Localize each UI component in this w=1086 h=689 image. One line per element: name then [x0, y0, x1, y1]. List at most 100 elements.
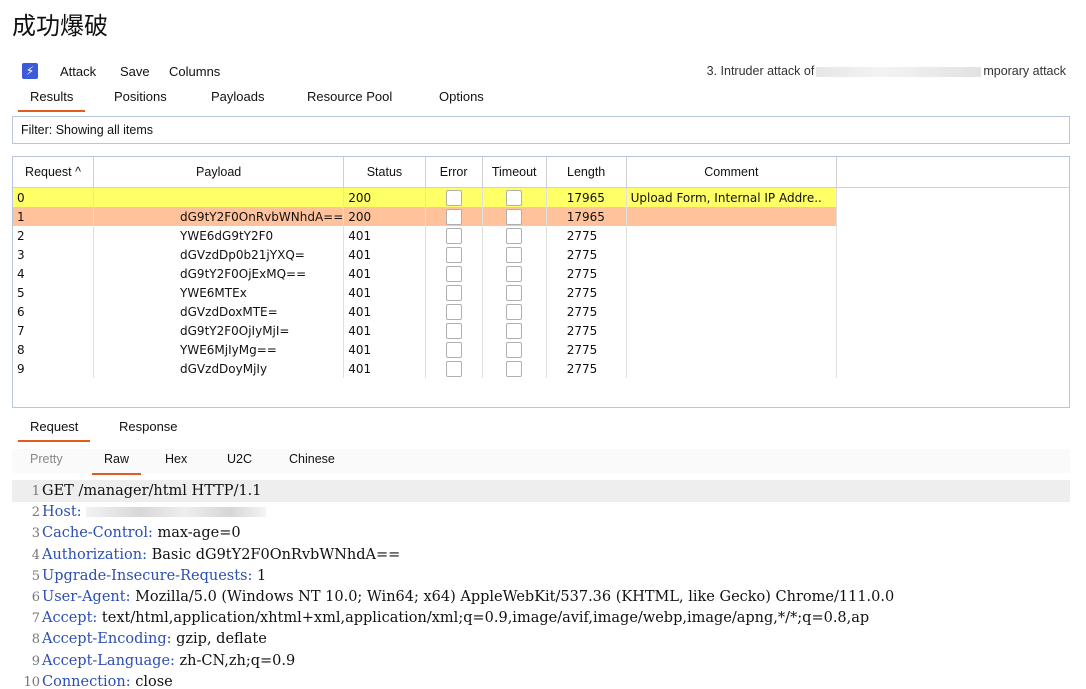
error-checkbox[interactable]	[445, 265, 462, 282]
timeout-checkbox[interactable]	[506, 189, 523, 206]
cell-payload	[93, 187, 345, 207]
cell-status: 200	[343, 187, 426, 207]
tab-payloads[interactable]: Payloads	[211, 89, 264, 110]
table-row[interactable]: 4 dG9tY2F0OjExMQ== 401 2775	[13, 264, 1069, 283]
cell-error	[425, 302, 483, 321]
cell-filler	[836, 283, 1069, 302]
tab-response[interactable]: Response	[119, 419, 178, 440]
tab-hex[interactable]: Hex	[165, 452, 187, 473]
column-filler	[836, 157, 1069, 188]
cell-length: 2775	[546, 226, 627, 245]
timeout-checkbox[interactable]	[506, 284, 523, 301]
cell-request: 9	[13, 359, 95, 378]
timeout-checkbox[interactable]	[506, 227, 523, 244]
timeout-checkbox[interactable]	[506, 322, 523, 339]
table-row[interactable]: 2 YWE6dG9tY2F0 401 2775	[13, 226, 1069, 245]
table-row[interactable]: 9 dGVzdDoyMjIy 401 2775	[13, 359, 1069, 378]
attack-window-title: 3. Intruder attack of mporary attack	[706, 64, 1066, 78]
error-checkbox[interactable]	[445, 189, 462, 206]
column-payload[interactable]: Payload	[93, 157, 345, 188]
error-checkbox[interactable]	[445, 227, 462, 244]
cell-error	[425, 264, 483, 283]
cell-filler	[836, 321, 1069, 340]
tab-pretty[interactable]: Pretty	[30, 452, 63, 473]
error-checkbox[interactable]	[445, 208, 462, 225]
column-comment[interactable]: Comment	[626, 157, 838, 188]
tab-options[interactable]: Options	[439, 89, 484, 110]
menu-save[interactable]: Save	[120, 64, 150, 79]
cell-error	[425, 321, 483, 340]
tab-request[interactable]: Request	[18, 419, 91, 442]
line-number: 5	[31, 568, 40, 584]
tab-positions[interactable]: Positions	[114, 89, 167, 110]
cell-comment	[626, 226, 838, 245]
table-row[interactable]: 8 YWE6MjIyMg== 401 2775	[13, 340, 1069, 359]
timeout-checkbox[interactable]	[506, 246, 523, 263]
tab-results[interactable]: Results	[18, 89, 86, 112]
cell-payload: dG9tY2F0OjIyMjI=	[93, 321, 345, 340]
timeout-checkbox[interactable]	[506, 303, 523, 320]
request-editor[interactable]: 1 GET /manager/html HTTP/1.1 2 Host: 3 Cache-…	[12, 476, 1070, 689]
cell-filler	[836, 207, 1069, 226]
tab-raw[interactable]: Raw	[92, 452, 142, 475]
table-row[interactable]: 5 YWE6MTEx 401 2775	[13, 283, 1069, 302]
header-value: max-age=0	[152, 525, 241, 542]
request-line: 1 GET /manager/html HTTP/1.1	[12, 480, 1070, 502]
cell-error	[425, 226, 483, 245]
filter-bar[interactable]: Filter: Showing all items	[12, 116, 1070, 144]
cell-timeout	[482, 340, 547, 359]
error-checkbox[interactable]	[445, 303, 462, 320]
cell-length: 2775	[546, 359, 627, 378]
table-row[interactable]: 0 200 17965 Upload Form, Internal IP Addre.…	[13, 187, 1069, 207]
table-row[interactable]: 1 dG9tY2F0OnRvbWNhdA== 200 17965	[13, 207, 1069, 226]
line-number: 2	[31, 505, 40, 521]
cell-timeout	[482, 321, 547, 340]
column-request[interactable]: Request ^	[13, 157, 95, 188]
header-key: Host:	[42, 504, 82, 521]
column-timeout[interactable]: Timeout	[482, 157, 547, 188]
cell-filler	[836, 226, 1069, 245]
line-number: 7	[31, 611, 40, 627]
timeout-checkbox[interactable]	[506, 208, 523, 225]
header-value: zh-CN,zh;q=0.9	[174, 652, 296, 669]
column-length[interactable]: Length	[546, 157, 627, 188]
redacted-host	[85, 507, 266, 518]
header-key: Connection:	[42, 673, 131, 689]
timeout-checkbox[interactable]	[506, 360, 523, 377]
header-key: Upgrade-Insecure-Requests:	[42, 567, 253, 584]
error-checkbox[interactable]	[445, 284, 462, 301]
menu-attack[interactable]: Attack	[60, 64, 96, 79]
cell-error	[425, 340, 483, 359]
error-checkbox[interactable]	[445, 322, 462, 339]
tab-resource-pool[interactable]: Resource Pool	[307, 89, 392, 110]
cell-comment: Upload Form, Internal IP Addre..	[626, 187, 838, 207]
error-checkbox[interactable]	[445, 360, 462, 377]
cell-comment	[626, 245, 838, 264]
header-value: 1	[252, 567, 267, 584]
request-line: 3 Cache-Control: max-age=0	[12, 522, 241, 544]
cell-request: 4	[13, 264, 95, 283]
request-line: 2 Host:	[12, 501, 266, 523]
cell-timeout	[482, 187, 547, 207]
error-checkbox[interactable]	[445, 246, 462, 263]
cell-status: 401	[343, 359, 426, 378]
header-value: close	[130, 673, 173, 689]
tab-u2c[interactable]: U2C	[227, 452, 252, 473]
tab-chinese[interactable]: Chinese	[289, 452, 335, 473]
cell-length: 2775	[546, 283, 627, 302]
table-row[interactable]: 3 dGVzdDp0b21jYXQ= 401 2775	[13, 245, 1069, 264]
timeout-checkbox[interactable]	[506, 341, 523, 358]
column-error[interactable]: Error	[425, 157, 483, 188]
timeout-checkbox[interactable]	[506, 265, 523, 282]
cell-comment	[626, 207, 838, 226]
table-row[interactable]: 6 dGVzdDoxMTE= 401 2775	[13, 302, 1069, 321]
error-checkbox[interactable]	[445, 341, 462, 358]
request-line: 5 Upgrade-Insecure-Requests: 1	[12, 565, 267, 587]
header-key: Cache-Control:	[42, 525, 153, 542]
column-status[interactable]: Status	[343, 157, 426, 188]
request-response-tabs: Request Response	[12, 416, 1070, 442]
page-title: 成功爆破	[12, 12, 108, 40]
cell-length: 2775	[546, 245, 627, 264]
menu-columns[interactable]: Columns	[169, 64, 220, 79]
table-row[interactable]: 7 dG9tY2F0OjIyMjI= 401 2775	[13, 321, 1069, 340]
